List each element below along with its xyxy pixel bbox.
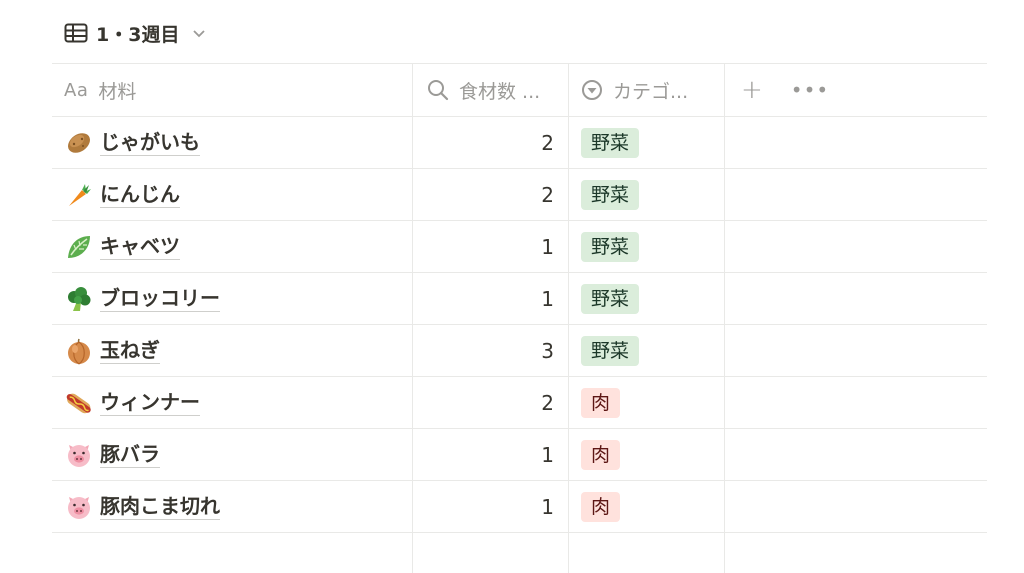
category-cell[interactable]: 肉 [569,377,725,428]
table-row[interactable]: ウィンナー 2 肉 [52,377,987,429]
category-tag: 野菜 [581,127,640,158]
category-tag: 野菜 [581,179,640,210]
column-header-label: カテゴ... [613,80,689,103]
column-header-name[interactable]: Aa 材料 [52,64,413,116]
name-cell[interactable]: 豚肉こま切れ [52,481,413,532]
pig-icon[interactable] [64,440,94,470]
row-name[interactable]: 豚肉こま切れ [100,494,220,520]
table-row[interactable]: 豚肉こま切れ 1 肉 [52,481,987,533]
category-tag: 野菜 [581,335,640,366]
row-name[interactable]: じゃがいも [100,130,200,156]
count-value: 1 [541,234,554,259]
row-name[interactable]: ブロッコリー [100,286,220,312]
broccoli-icon[interactable] [64,284,94,314]
category-cell[interactable]: 野菜 [569,117,725,168]
empty-cell [725,325,987,376]
table-row[interactable]: じゃがいも 2 野菜 [52,117,987,169]
empty-cell [725,481,987,532]
table-row[interactable]: キャベツ 1 野菜 [52,221,987,273]
table-header: Aa 材料 食材数 ... カテゴ... + ••• [52,63,987,117]
count-cell[interactable]: 2 [413,169,569,220]
category-tag: 肉 [581,491,621,522]
count-value: 2 [541,130,554,155]
database-table: Aa 材料 食材数 ... カテゴ... + ••• じゃがいも 2 野菜 にんじん 2… [52,63,987,573]
table-row-partial [52,533,987,573]
row-name[interactable]: にんじん [100,182,180,208]
search-icon [427,79,449,101]
count-cell[interactable]: 2 [413,377,569,428]
category-cell[interactable]: 野菜 [569,273,725,324]
row-name[interactable]: キャベツ [100,234,180,260]
onion-icon[interactable] [64,336,94,366]
chevron-down-icon[interactable] [191,25,207,41]
empty-cell [725,429,987,480]
column-header-count[interactable]: 食材数 ... [413,64,569,116]
count-cell[interactable]: 1 [413,429,569,480]
carrot-icon[interactable] [64,180,94,210]
column-actions: + ••• [725,64,987,116]
name-cell[interactable]: 豚バラ [52,429,413,480]
empty-cell [725,221,987,272]
name-cell[interactable]: ウィンナー [52,377,413,428]
hotdog-icon[interactable] [64,388,94,418]
row-name[interactable]: 豚バラ [100,442,160,468]
table-row[interactable]: にんじん 2 野菜 [52,169,987,221]
view-selector[interactable]: 1・3週目 [64,18,207,48]
count-cell[interactable]: 1 [413,221,569,272]
more-options-button[interactable]: ••• [791,80,829,100]
text-property-icon: Aa [64,79,89,101]
category-tag: 野菜 [581,231,640,262]
count-value: 2 [541,390,554,415]
row-name[interactable]: ウィンナー [100,390,200,416]
category-cell[interactable]: 肉 [569,429,725,480]
select-property-icon [581,79,603,101]
table-row[interactable]: 玉ねぎ 3 野菜 [52,325,987,377]
add-property-button[interactable]: + [741,77,763,103]
column-header-category[interactable]: カテゴ... [569,64,725,116]
category-tag: 肉 [581,439,621,470]
table-icon [64,23,88,43]
category-tag: 肉 [581,387,621,418]
empty-cell [725,117,987,168]
pig-icon[interactable] [64,492,94,522]
category-tag: 野菜 [581,283,640,314]
table-row[interactable]: 豚バラ 1 肉 [52,429,987,481]
count-value: 1 [541,494,554,519]
column-header-label: 材料 [98,80,137,103]
empty-cell [725,273,987,324]
count-cell[interactable]: 2 [413,117,569,168]
count-cell[interactable]: 3 [413,325,569,376]
category-cell[interactable]: 野菜 [569,325,725,376]
count-value: 1 [541,286,554,311]
name-cell[interactable]: にんじん [52,169,413,220]
name-cell[interactable]: じゃがいも [52,117,413,168]
name-cell[interactable]: ブロッコリー [52,273,413,324]
count-value: 1 [541,442,554,467]
count-cell[interactable]: 1 [413,481,569,532]
category-cell[interactable]: 野菜 [569,169,725,220]
empty-cell [725,169,987,220]
potato-icon[interactable] [64,128,94,158]
count-value: 3 [541,338,554,363]
count-value: 2 [541,182,554,207]
empty-cell [725,377,987,428]
column-header-label: 食材数 ... [459,80,541,103]
view-title: 1・3週目 [96,23,180,46]
row-name[interactable]: 玉ねぎ [100,338,160,364]
category-cell[interactable]: 野菜 [569,221,725,272]
count-cell[interactable]: 1 [413,273,569,324]
table-row[interactable]: ブロッコリー 1 野菜 [52,273,987,325]
category-cell[interactable]: 肉 [569,481,725,532]
cabbage-icon[interactable] [64,232,94,262]
name-cell[interactable]: 玉ねぎ [52,325,413,376]
name-cell[interactable]: キャベツ [52,221,413,272]
